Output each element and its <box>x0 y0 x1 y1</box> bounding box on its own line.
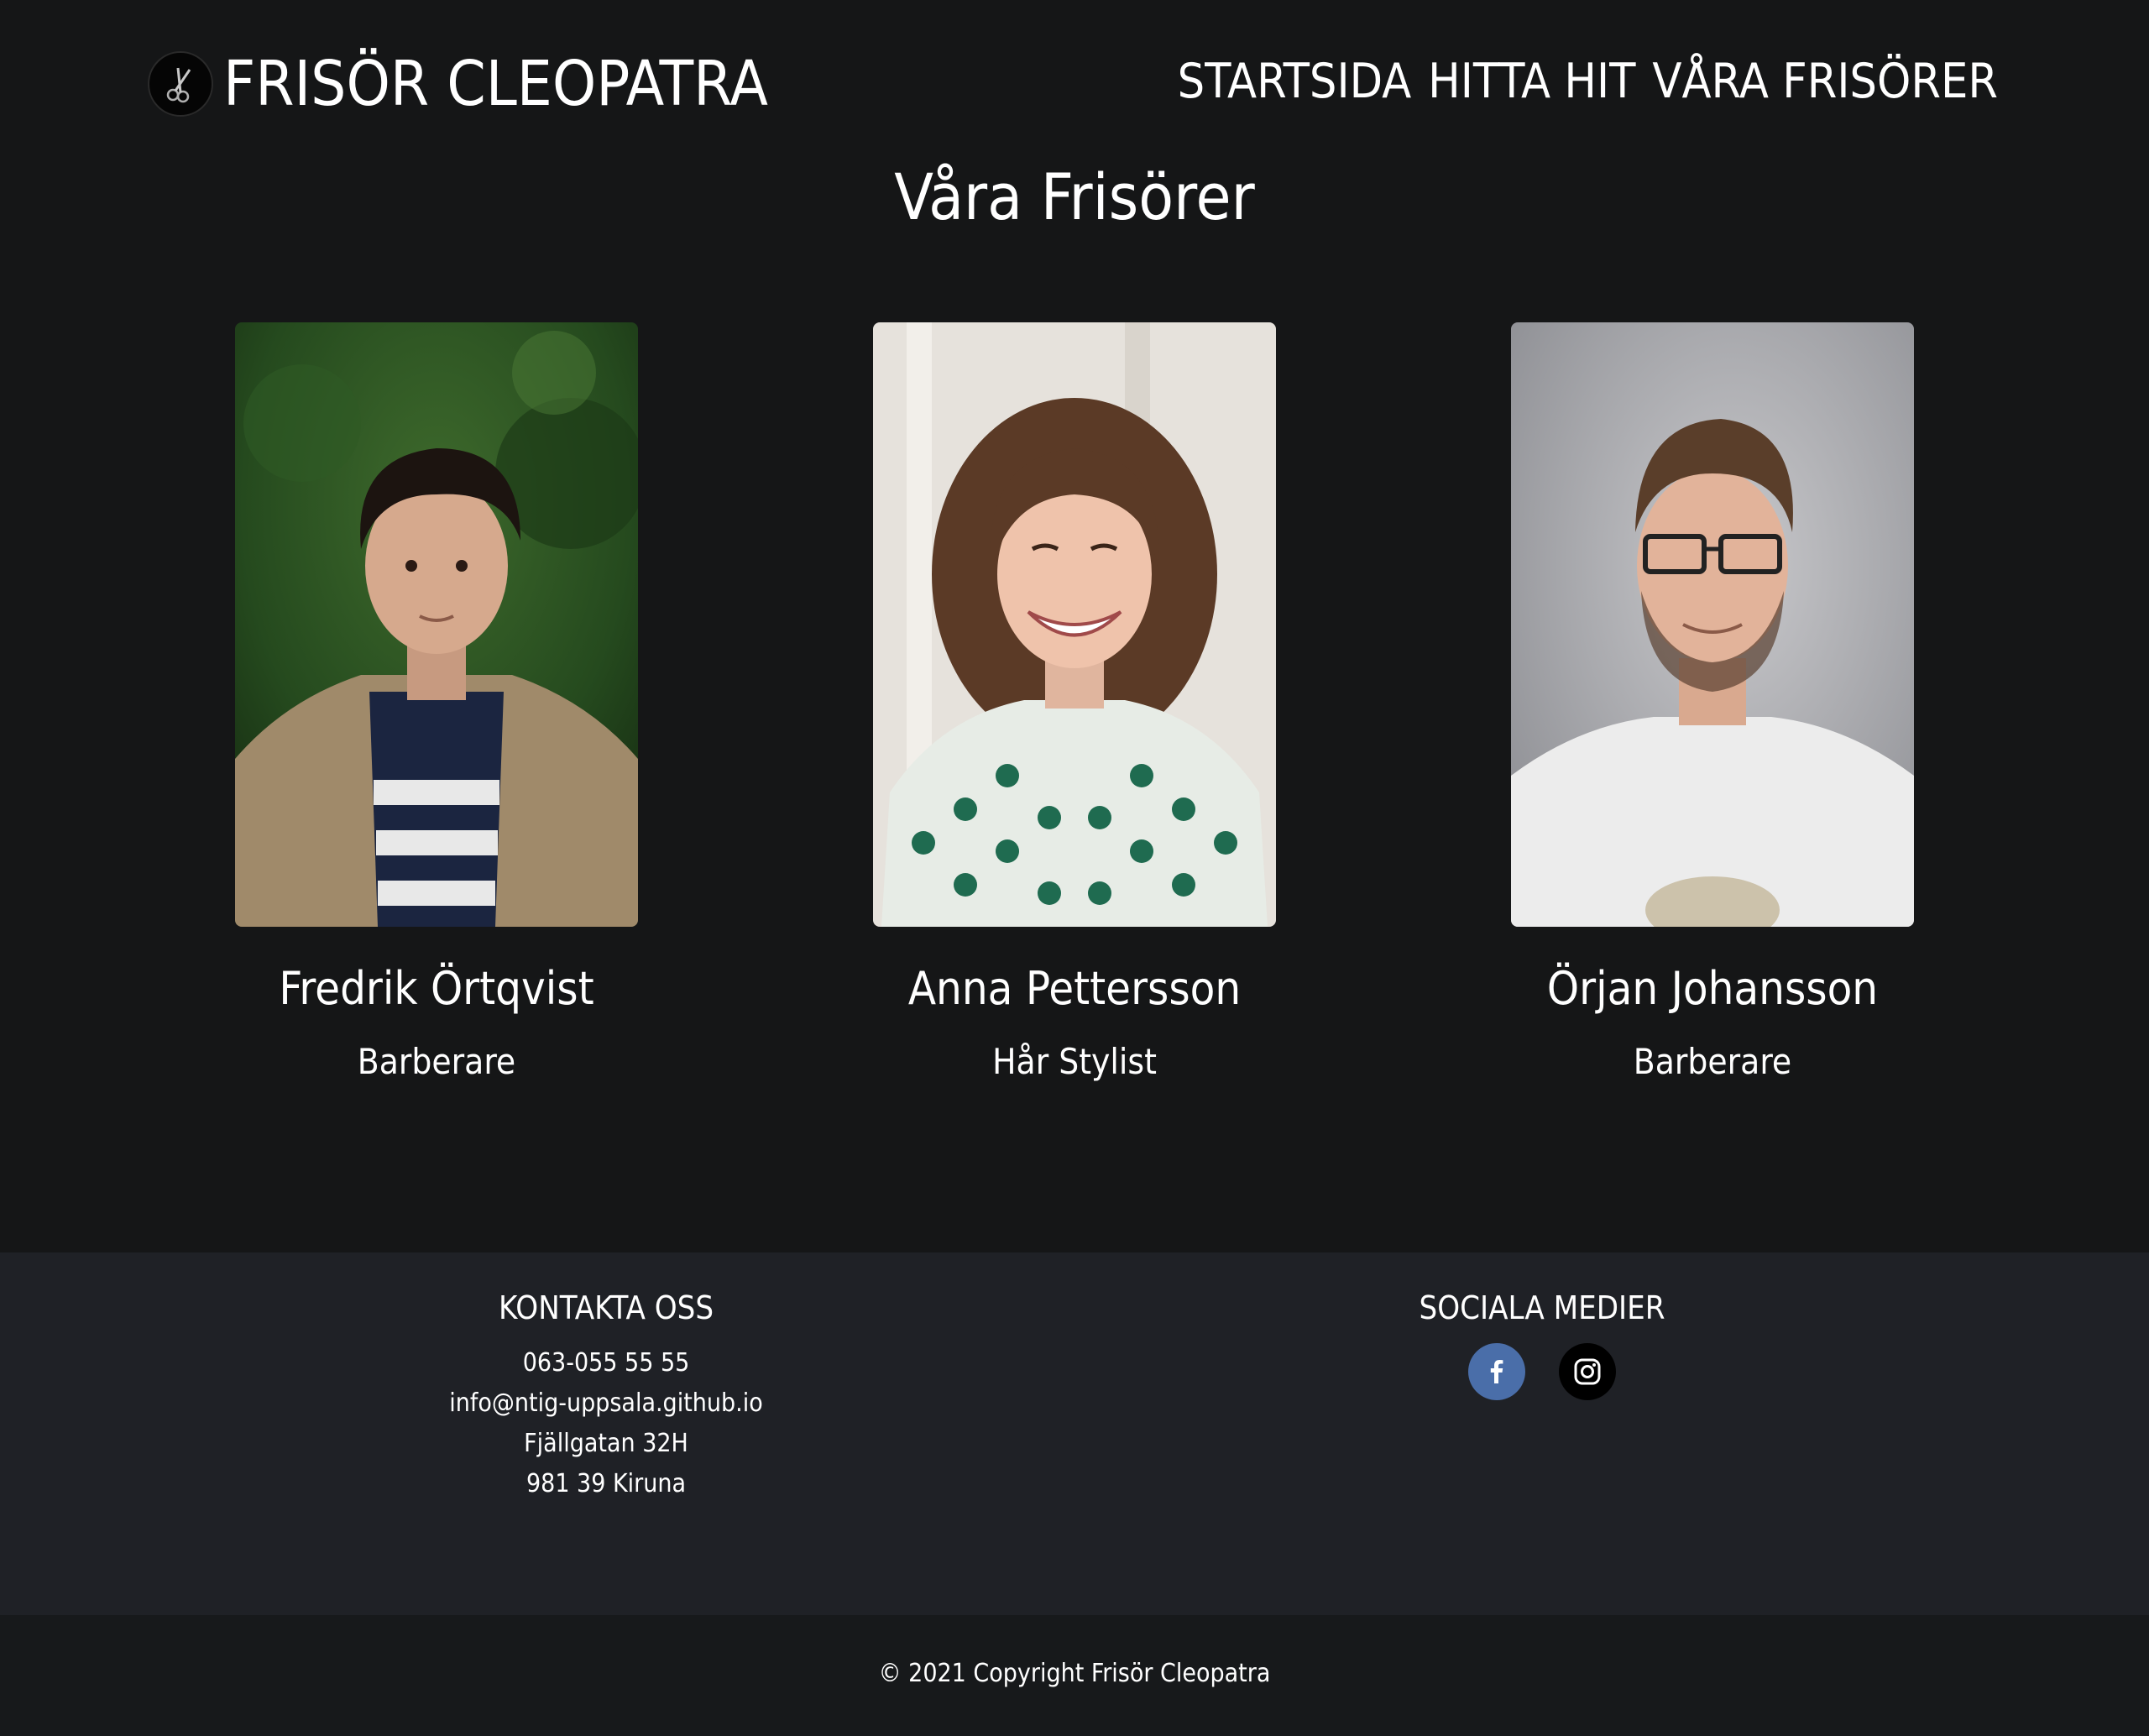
main-nav: STARTSIDA HITTA HIT VÅRA FRISÖRER <box>1178 54 1998 109</box>
contact-phone[interactable]: 063-055 55 55 <box>354 1343 858 1383</box>
stylist-card: Örjan Johansson Barberare <box>1511 322 1914 1082</box>
social-heading: SOCIALA MEDIER <box>1419 1289 1665 1326</box>
site-footer: KONTAKTA OSS 063-055 55 55 info@ntig-upp… <box>0 1252 2149 1615</box>
nav-link-vara-frisorer[interactable]: VÅRA FRISÖRER <box>1652 54 1998 109</box>
copyright-text: © 2021 Copyright Frisör Cleopatra <box>878 1659 1271 1688</box>
nav-link-startsida[interactable]: STARTSIDA <box>1178 54 1412 109</box>
stylist-card: Fredrik Örtqvist Barberare <box>235 322 638 1082</box>
site-header: FRISÖR CLEOPATRA STARTSIDA HITTA HIT VÅR… <box>0 0 2149 168</box>
contact-street: Fjällgatan 32H <box>524 1429 688 1458</box>
instagram-icon[interactable] <box>1559 1343 1616 1400</box>
stylist-name: Fredrik Örtqvist <box>279 962 594 1015</box>
stylist-card: Anna Pettersson Hår Stylist <box>873 322 1276 1082</box>
contact-city: 981 39 Kiruna <box>525 1469 687 1498</box>
contact-email[interactable]: info@ntig-uppsala.github.io <box>354 1383 858 1424</box>
social-section: SOCIALA MEDIER <box>1290 1289 1794 1400</box>
facebook-icon[interactable] <box>1468 1343 1525 1400</box>
scissors-logo-icon <box>148 51 213 117</box>
footer-bottom-bar: © 2021 Copyright Frisör Cleopatra <box>0 1615 2149 1736</box>
stylist-photo <box>873 322 1276 927</box>
stylist-photo <box>235 322 638 927</box>
stylist-photo <box>1511 322 1914 927</box>
contact-heading: KONTAKTA OSS <box>498 1289 714 1326</box>
nav-link-hitta-hit[interactable]: HITTA HIT <box>1428 54 1635 109</box>
brand-link[interactable]: FRISÖR CLEOPATRA <box>148 48 768 120</box>
contact-section: KONTAKTA OSS 063-055 55 55 info@ntig-upp… <box>354 1289 858 1504</box>
brand-name: FRISÖR CLEOPATRA <box>223 48 768 120</box>
stylist-role: Barberare <box>1633 1041 1792 1082</box>
stylist-role: Barberare <box>357 1041 516 1082</box>
stylist-name: Örjan Johansson <box>1546 962 1879 1015</box>
page-title: Våra Frisörer <box>894 159 1255 234</box>
stylist-role: Hår Stylist <box>992 1041 1157 1082</box>
stylist-name: Anna Pettersson <box>907 962 1242 1015</box>
